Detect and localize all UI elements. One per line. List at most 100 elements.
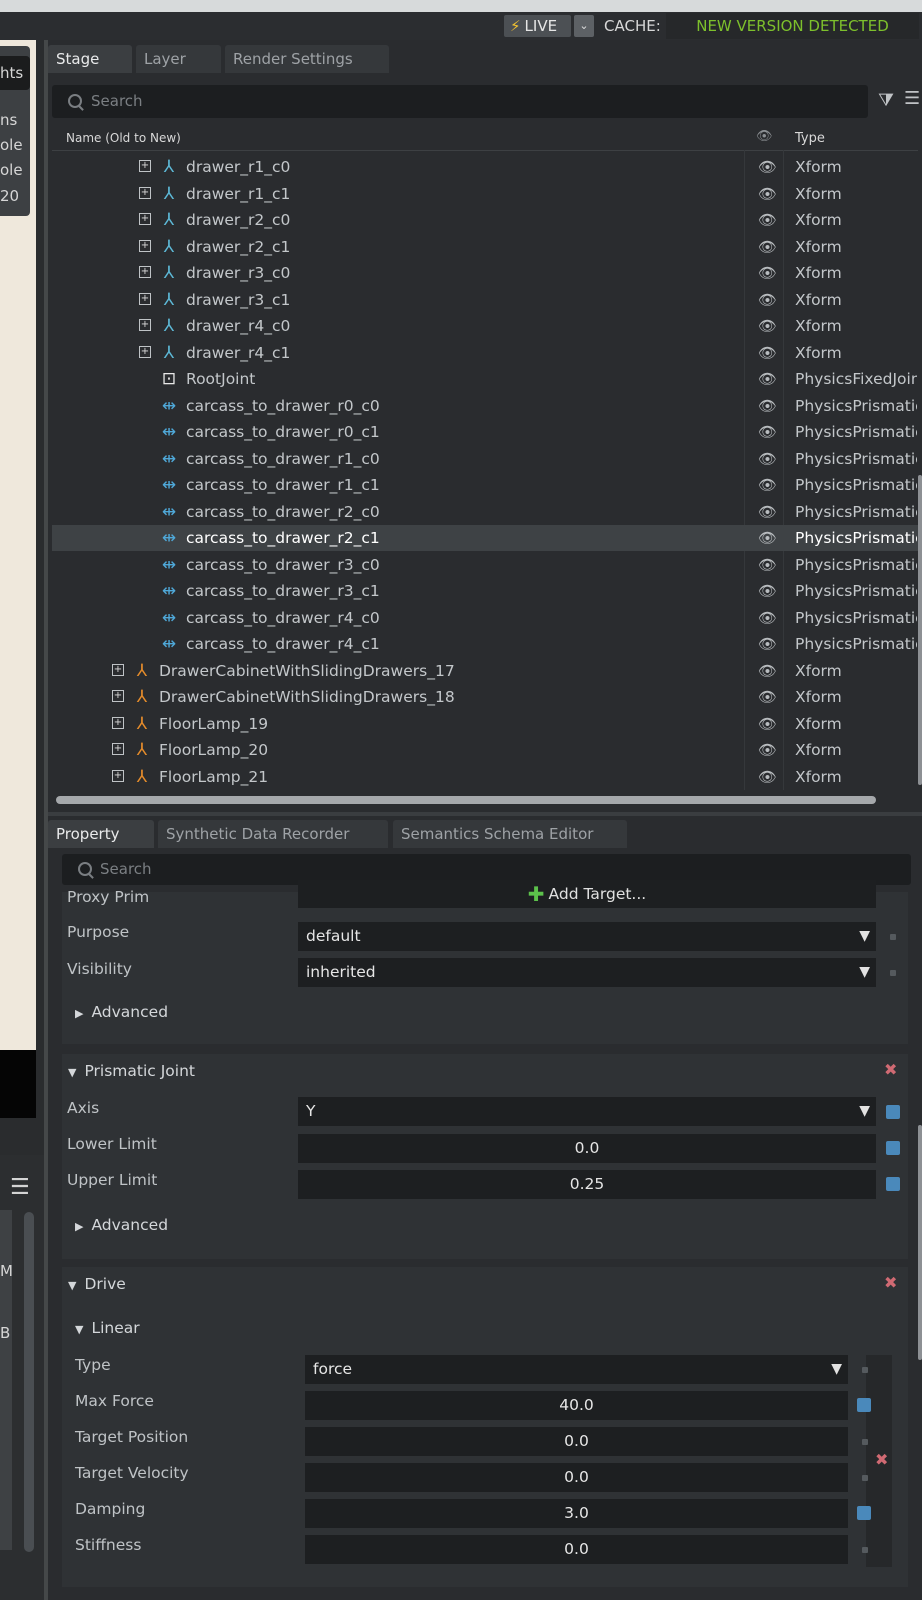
left-menu-item[interactable]: 20	[0, 187, 19, 205]
prismatic-joint-header[interactable]: ▼ Prismatic Joint	[68, 1062, 195, 1080]
visibility-eye-icon[interactable]: 👁	[758, 658, 777, 684]
options-menu-icon[interactable]: ☰	[904, 88, 920, 109]
expand-plus-icon[interactable]: +	[112, 690, 124, 702]
authored-indicator[interactable]	[886, 1177, 900, 1191]
tree-row[interactable]: + ⅄ FloorLamp_21 👁 Xform	[52, 764, 918, 790]
tab-synthetic-data-recorder[interactable]: Synthetic Data Recorder	[158, 820, 388, 848]
expand-plus-icon[interactable]: +	[139, 345, 151, 358]
tree-row[interactable]: ⇹ carcass_to_drawer_r0_c0 👁 PhysicsPrismati…	[52, 393, 918, 419]
visibility-eye-icon[interactable]: 👁	[758, 764, 777, 790]
property-vertical-scrollbar[interactable]	[918, 1125, 922, 1360]
tree-row[interactable]: + ⅄ drawer_r2_c1 👁 Xform	[52, 234, 918, 260]
tab-stage[interactable]: Stage	[48, 45, 132, 73]
tree-row[interactable]: + ⅄ FloorLamp_20 👁 Xform	[52, 737, 918, 763]
remove-prismatic-joint-icon[interactable]: ✖	[884, 1060, 897, 1079]
visibility-eye-icon[interactable]: 👁	[758, 260, 777, 286]
expand-plus-icon[interactable]: +	[139, 213, 151, 225]
visibility-dropdown[interactable]: inherited ▼	[298, 958, 876, 987]
visibility-eye-icon[interactable]: 👁	[758, 578, 777, 604]
stiffness-field[interactable]: 0.0	[305, 1535, 848, 1564]
tree-row[interactable]: ⇹ carcass_to_drawer_r2_c1 👁 PhysicsPrismati…	[52, 525, 918, 551]
axis-dropdown[interactable]: Y ▼	[298, 1097, 876, 1126]
drive-type-dropdown[interactable]: force ▼	[305, 1355, 848, 1384]
target-velocity-field[interactable]: 0.0	[305, 1463, 848, 1492]
stage-search-input[interactable]: Search	[52, 85, 868, 118]
expand-plus-icon[interactable]: +	[139, 160, 151, 172]
imageable-advanced-toggle[interactable]: ▶ Advanced	[75, 1003, 168, 1021]
tree-row[interactable]: ⇹ carcass_to_drawer_r0_c1 👁 PhysicsPrismati…	[52, 419, 918, 445]
tree-row[interactable]: ⇹ carcass_to_drawer_r1_c1 👁 PhysicsPrismati…	[52, 472, 918, 498]
visibility-eye-icon[interactable]: 👁	[758, 552, 777, 578]
tree-row[interactable]: ⇹ carcass_to_drawer_r4_c0 👁 PhysicsPrismati…	[52, 605, 918, 631]
tree-row[interactable]: + ⅄ FloorLamp_19 👁 Xform	[52, 711, 918, 737]
visibility-eye-icon[interactable]: 👁	[758, 181, 777, 207]
stage-vertical-scrollbar[interactable]	[918, 475, 922, 785]
drive-header[interactable]: ▼ Drive	[68, 1275, 126, 1293]
live-button[interactable]: ⚡ LIVE	[504, 15, 571, 37]
visibility-eye-icon[interactable]: 👁	[758, 313, 777, 339]
visibility-eye-icon[interactable]: 👁	[758, 605, 777, 631]
left-tab-fragment[interactable]: hts	[0, 56, 30, 90]
column-header-name[interactable]: Name (Old to New)	[66, 131, 181, 145]
visibility-eye-icon[interactable]: 👁	[758, 472, 777, 498]
tab-layer[interactable]: Layer	[136, 45, 221, 73]
column-header-type[interactable]: Type	[795, 131, 825, 146]
tree-row[interactable]: + ⅄ drawer_r2_c0 👁 Xform	[52, 207, 918, 233]
left-menu-item[interactable]: ole	[0, 161, 23, 179]
visibility-eye-icon[interactable]: 👁	[758, 525, 777, 551]
max-force-field[interactable]: 40.0	[305, 1391, 848, 1420]
visibility-eye-icon[interactable]: 👁	[758, 446, 777, 472]
purpose-dropdown[interactable]: default ▼	[298, 922, 876, 951]
tree-row[interactable]: + ⅄ drawer_r4_c1 👁 Xform	[52, 340, 918, 366]
tree-row[interactable]: + ⅄ DrawerCabinetWithSlidingDrawers_18 👁 Xfo…	[52, 684, 918, 710]
expand-plus-icon[interactable]: +	[139, 292, 151, 305]
new-version-notice[interactable]: NEW VERSION DETECTED	[666, 13, 919, 39]
tree-row[interactable]: + ⅄ drawer_r1_c0 👁 Xform	[52, 154, 918, 180]
tree-row[interactable]: + ⅄ drawer_r3_c1 👁 Xform	[52, 287, 918, 313]
live-dropdown-button[interactable]: ⌄	[574, 15, 594, 37]
linear-drive-header[interactable]: ▼ Linear	[75, 1319, 140, 1337]
expand-plus-icon[interactable]: +	[139, 186, 151, 199]
visibility-eye-icon[interactable]: 👁	[758, 499, 777, 525]
left-lower-scrollbar[interactable]	[24, 1212, 34, 1552]
left-menu-item[interactable]: ole	[0, 136, 23, 154]
authored-indicator[interactable]	[857, 1506, 871, 1520]
remove-drive-icon[interactable]: ✖	[884, 1273, 897, 1292]
damping-field[interactable]: 3.0	[305, 1499, 848, 1528]
tree-row[interactable]: + ⅄ DrawerCabinetWithSlidingDrawers_17 👁 Xfo…	[52, 658, 918, 684]
expand-plus-icon[interactable]: +	[112, 663, 124, 676]
visibility-eye-icon[interactable]: 👁	[758, 340, 777, 366]
filter-icon[interactable]: ⧩	[878, 90, 894, 111]
visibility-eye-icon[interactable]: 👁	[758, 419, 777, 445]
expand-plus-icon[interactable]: +	[139, 266, 151, 278]
expand-plus-icon[interactable]: +	[112, 716, 124, 729]
tab-render-settings[interactable]: Render Settings	[225, 45, 389, 73]
tab-semantics-schema-editor[interactable]: Semantics Schema Editor	[393, 820, 627, 848]
authored-indicator[interactable]	[857, 1398, 871, 1412]
tree-row[interactable]: + ⅄ drawer_r3_c0 👁 Xform	[52, 260, 918, 286]
visibility-eye-icon[interactable]: 👁	[758, 393, 777, 419]
expand-plus-icon[interactable]: +	[112, 743, 124, 755]
hamburger-menu-icon[interactable]: ☰	[10, 1175, 30, 1200]
stage-horizontal-scrollbar[interactable]	[56, 796, 876, 804]
visibility-eye-icon[interactable]: 👁	[758, 287, 777, 313]
upper-limit-field[interactable]: 0.25	[298, 1170, 876, 1199]
add-target-button[interactable]: ✚ Add Target...	[298, 880, 876, 908]
authored-indicator[interactable]	[886, 1105, 900, 1119]
tree-row[interactable]: ⇹ carcass_to_drawer_r3_c1 👁 PhysicsPrismati…	[52, 578, 918, 604]
column-header-visibility-eye-icon[interactable]: 👁	[756, 129, 773, 144]
expand-plus-icon[interactable]: +	[139, 319, 151, 331]
visibility-eye-icon[interactable]: 👁	[758, 631, 777, 657]
tree-row[interactable]: + ⅄ drawer_r4_c0 👁 Xform	[52, 313, 918, 339]
tree-row[interactable]: ⊡ RootJoint 👁 PhysicsFixedJoin	[52, 366, 918, 392]
expand-plus-icon[interactable]: +	[112, 769, 124, 782]
visibility-eye-icon[interactable]: 👁	[758, 711, 777, 737]
left-menu-item[interactable]: ns	[0, 111, 17, 129]
tree-row[interactable]: ⇹ carcass_to_drawer_r4_c1 👁 PhysicsPrismati…	[52, 631, 918, 657]
tree-row[interactable]: ⇹ carcass_to_drawer_r1_c0 👁 PhysicsPrismati…	[52, 446, 918, 472]
visibility-eye-icon[interactable]: 👁	[758, 366, 777, 392]
target-position-field[interactable]: 0.0	[305, 1427, 848, 1456]
tree-row[interactable]: ⇹ carcass_to_drawer_r3_c0 👁 PhysicsPrismati…	[52, 552, 918, 578]
tree-row[interactable]: ⇹ carcass_to_drawer_r2_c0 👁 PhysicsPrismati…	[52, 499, 918, 525]
remove-linear-drive-icon[interactable]: ✖	[875, 1450, 888, 1469]
